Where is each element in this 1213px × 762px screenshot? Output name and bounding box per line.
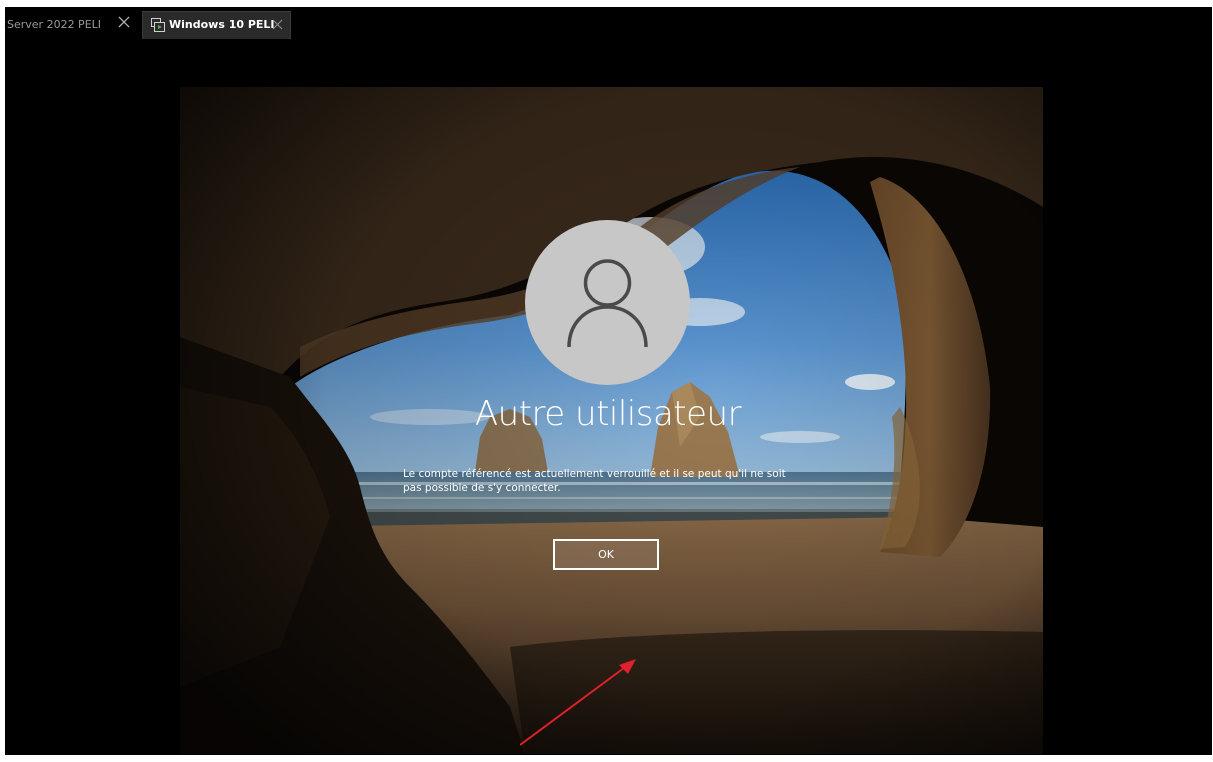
close-icon[interactable]	[272, 19, 283, 30]
red-arrow-annotation	[520, 659, 636, 746]
tab-windows-10-peli[interactable]: Windows 10 PELI	[142, 11, 291, 39]
windows-lock-screen: Autre utilisateur Le compte référencé es…	[180, 87, 1043, 754]
user-silhouette-icon	[567, 259, 648, 348]
user-avatar	[525, 220, 690, 385]
remote-console-window: Server 2022 PELI Windows 10 PELI Autre u…	[5, 7, 1212, 755]
username-label: Autre utilisateur	[474, 394, 742, 434]
tab-label: Windows 10 PELI	[169, 18, 275, 31]
message-line: Le compte référencé est actuellement ver…	[403, 468, 786, 480]
tab-server-2022-peli[interactable]: Server 2022 PELI	[5, 11, 138, 38]
close-icon[interactable]	[118, 16, 130, 28]
vm-console-icon	[151, 18, 165, 32]
tab-label: Server 2022 PELI	[7, 18, 102, 31]
ok-button[interactable]: OK	[553, 539, 659, 570]
message-line: pas possible de s'y connecter.	[403, 482, 561, 494]
tab-bar: Server 2022 PELI Windows 10 PELI	[5, 7, 1212, 41]
account-locked-message: Le compte référencé est actuellement ver…	[403, 467, 823, 495]
